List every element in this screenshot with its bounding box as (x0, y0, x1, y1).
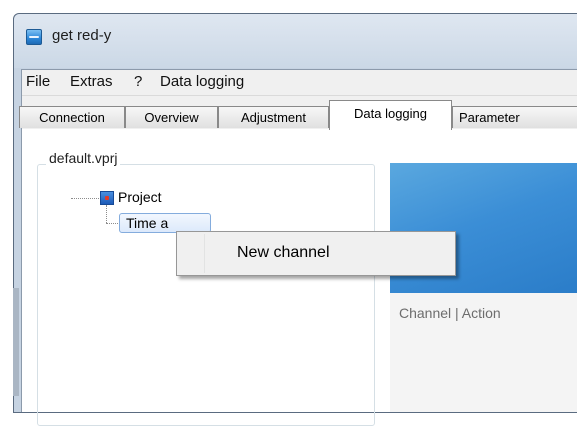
project-icon (100, 191, 114, 205)
context-menu-item-new-channel[interactable]: New channel (180, 235, 452, 272)
menu-file[interactable]: File (26, 73, 50, 90)
channel-action-header: Channel | Action (399, 305, 501, 321)
project-groupbox (37, 164, 375, 426)
tree-connector-line (71, 198, 99, 199)
tab-strip: Connection Overview Adjustment Data logg… (19, 97, 577, 130)
tree-connector-line (106, 205, 107, 223)
window-edge (13, 288, 19, 396)
app-window: get red-y File Extras ? Data logging Con… (13, 13, 577, 426)
tab-adjustment[interactable]: Adjustment (218, 106, 329, 128)
tab-overview[interactable]: Overview (125, 106, 218, 128)
tab-data-logging[interactable]: Data logging (329, 100, 452, 130)
app-icon (26, 29, 42, 45)
title-bar[interactable]: get red-y (14, 14, 577, 68)
tree-node-time-axis-label: Time a (126, 215, 169, 231)
tree-node-project[interactable]: Project (118, 189, 162, 205)
window-title: get red-y (52, 27, 112, 44)
tree-connector-line (106, 223, 118, 224)
menu-data-logging[interactable]: Data logging (160, 73, 244, 90)
tab-parameter[interactable]: Parameter (452, 106, 577, 128)
tab-connection[interactable]: Connection (19, 106, 125, 128)
context-menu-item-label: New channel (237, 244, 330, 261)
tree-node-time-axis[interactable]: Time a (119, 213, 211, 233)
project-groupbox-title: default.vprj (46, 150, 121, 166)
menu-help[interactable]: ? (134, 73, 142, 90)
context-menu: New channel (176, 231, 456, 276)
menu-bar: File Extras ? Data logging (22, 70, 577, 96)
menu-extras[interactable]: Extras (70, 73, 113, 90)
